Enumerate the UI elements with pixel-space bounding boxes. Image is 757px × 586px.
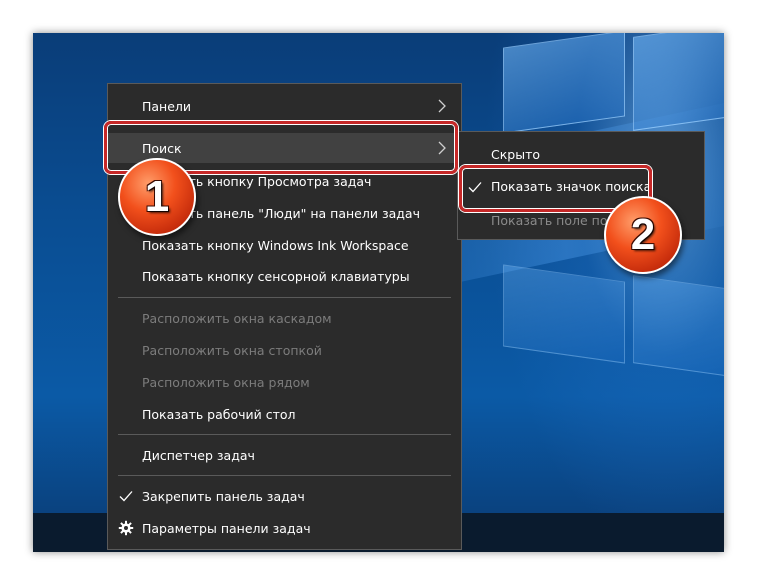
gear-icon — [118, 520, 134, 536]
menu-separator — [118, 434, 451, 435]
menu-item-label: Показать кнопку Windows Ink Workspace — [142, 237, 409, 253]
menu-separator — [118, 297, 451, 298]
menu-item-label: Панели — [142, 98, 192, 114]
step-badge-2: 2 — [604, 196, 682, 274]
menu-item-label: Расположить окна стопкой — [142, 342, 322, 358]
wallpaper-window-pane — [633, 33, 724, 131]
menu-item-side-by-side-windows: Расположить окна рядом — [108, 367, 461, 397]
menu-item-taskbar-settings[interactable]: Параметры панели задач — [108, 513, 461, 543]
menu-item-panels[interactable]: Панели — [108, 91, 461, 121]
step-number: 1 — [144, 172, 170, 221]
step-badge-1: 1 — [118, 158, 196, 236]
menu-item-label: Расположить окна каскадом — [142, 310, 332, 326]
menu-item-lock-taskbar[interactable]: Закрепить панель задач — [108, 481, 461, 511]
submenu-item-label: Скрыто — [491, 147, 541, 162]
chevron-right-icon — [438, 99, 446, 113]
menu-item-show-desktop[interactable]: Показать рабочий стол — [108, 399, 461, 429]
wallpaper-window-pane — [503, 33, 625, 134]
menu-item-label: Показать рабочий стол — [142, 406, 296, 422]
menu-item-label: Диспетчер задач — [142, 447, 255, 463]
wallpaper-window-pane — [503, 264, 625, 364]
menu-separator — [118, 475, 451, 476]
menu-item-label: Закрепить панель задач — [142, 488, 305, 504]
step-number: 2 — [630, 210, 656, 259]
checkmark-icon — [119, 491, 133, 502]
menu-item-show-touch-keyboard[interactable]: Показать кнопку сенсорной клавиатуры — [108, 261, 461, 291]
wallpaper-window-pane — [633, 275, 724, 379]
menu-item-stack-windows: Расположить окна стопкой — [108, 335, 461, 365]
menu-item-label: Показать кнопку сенсорной клавиатуры — [142, 268, 410, 284]
menu-item-task-manager[interactable]: Диспетчер задач — [108, 440, 461, 470]
menu-item-label: Параметры панели задач — [142, 520, 311, 536]
menu-item-cascade-windows: Расположить окна каскадом — [108, 303, 461, 333]
menu-item-label: Расположить окна рядом — [142, 374, 310, 390]
